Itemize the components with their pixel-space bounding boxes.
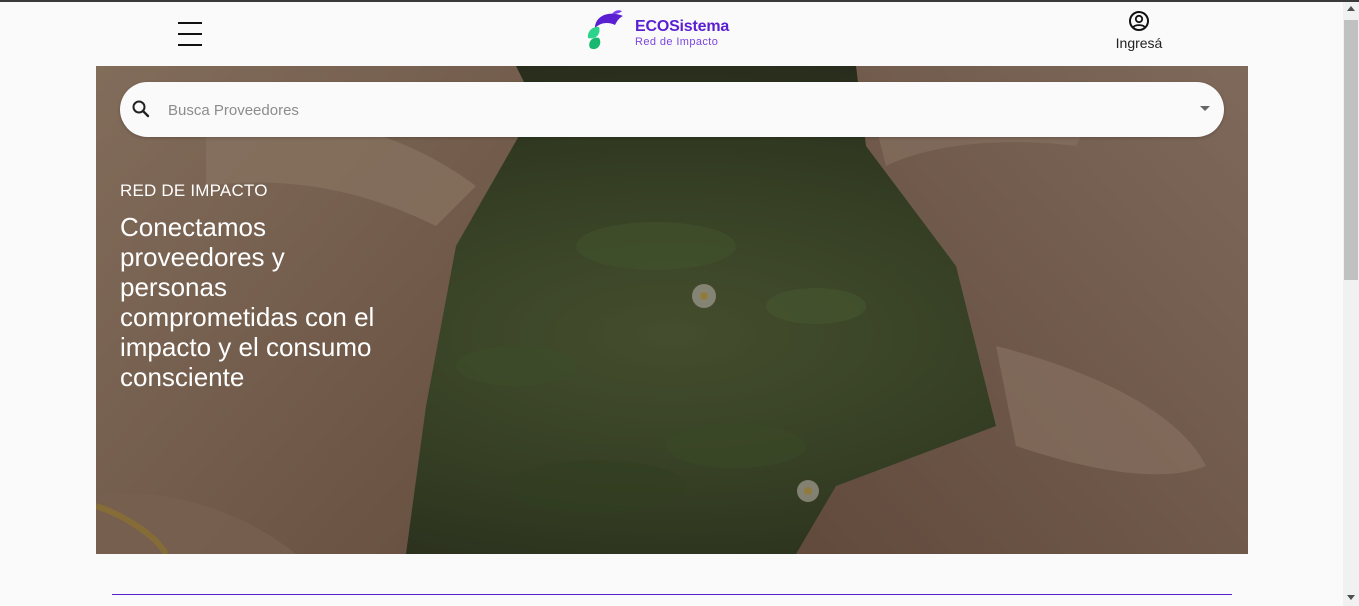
hamburger-line <box>178 33 202 35</box>
scrollbar-thumb[interactable] <box>1344 20 1358 280</box>
ecosistema-leaves-logo-icon <box>587 10 623 50</box>
search-icon[interactable] <box>131 99 151 119</box>
hero-banner: RED DE IMPACTO Conectamos proveedores y … <box>96 66 1248 554</box>
provider-search-bar[interactable] <box>120 82 1224 137</box>
search-input[interactable] <box>166 96 1170 124</box>
account-circle-icon <box>1129 11 1149 31</box>
hamburger-line <box>178 22 202 24</box>
login-label: Ingresá <box>1115 35 1163 51</box>
logo-subtitle: Red de Impacto <box>635 36 719 48</box>
scroll-down-arrow-icon[interactable] <box>1347 595 1355 600</box>
ecosistema-logo[interactable]: ECOSistema Red de Impacto <box>585 8 745 54</box>
vertical-scrollbar[interactable] <box>1343 2 1359 606</box>
scroll-up-arrow-icon[interactable] <box>1347 6 1355 11</box>
hero-eyebrow: RED DE IMPACTO <box>120 181 268 200</box>
hero-headline: Conectamos proveedores y personas compro… <box>120 212 375 392</box>
login-button[interactable]: Ingresá <box>1106 10 1172 56</box>
section-divider <box>112 594 1232 595</box>
caret-down-icon[interactable] <box>1200 106 1210 111</box>
site-header: ECOSistema Red de Impacto Ingresá <box>0 2 1343 66</box>
hamburger-line <box>178 44 202 46</box>
logo-title: ECOSistema <box>635 18 730 35</box>
hamburger-menu-icon[interactable] <box>176 20 204 48</box>
